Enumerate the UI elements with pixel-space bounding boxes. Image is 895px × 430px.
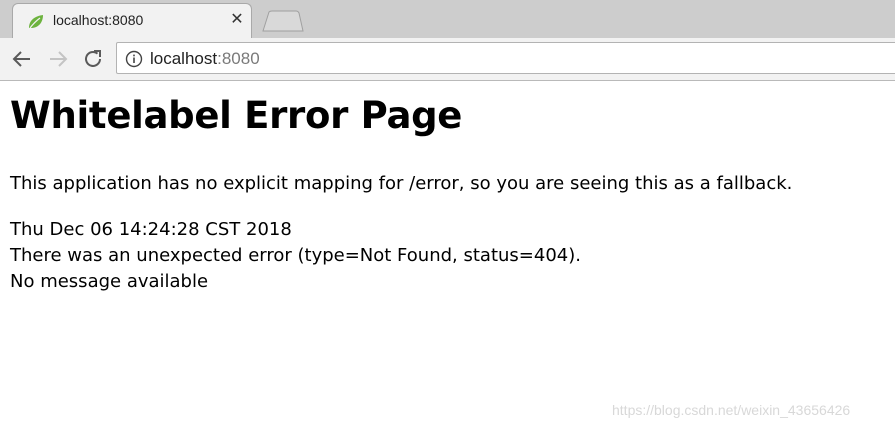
watermark-text: https://blog.csdn.net/weixin_43656426: [612, 402, 851, 418]
page-title: Whitelabel Error Page: [10, 94, 463, 137]
fallback-description: This application has no explicit mapping…: [10, 173, 793, 194]
url-host: localhost: [150, 49, 218, 68]
info-icon[interactable]: [125, 50, 143, 68]
browser-toolbar: localhost:8080: [0, 38, 895, 81]
spring-leaf-icon: [29, 15, 43, 29]
tab-close-icon[interactable]: ✕: [230, 11, 244, 27]
back-arrow-icon[interactable]: [10, 47, 34, 71]
forward-arrow-icon[interactable]: [46, 47, 70, 71]
address-bar[interactable]: localhost:8080: [116, 42, 895, 74]
browser-tab[interactable]: localhost:8080 ✕: [12, 3, 252, 38]
error-timestamp: Thu Dec 06 14:24:28 CST 2018: [10, 219, 292, 240]
tab-title: localhost:8080: [53, 12, 144, 28]
error-message: No message available: [10, 271, 209, 292]
reload-icon[interactable]: [81, 47, 105, 71]
tab-strip: localhost:8080 ✕: [0, 0, 895, 38]
url-port: :8080: [217, 49, 260, 68]
error-details: There was an unexpected error (type=Not …: [10, 245, 581, 266]
url-text[interactable]: localhost:8080: [150, 49, 260, 69]
new-tab-button[interactable]: [262, 10, 304, 32]
